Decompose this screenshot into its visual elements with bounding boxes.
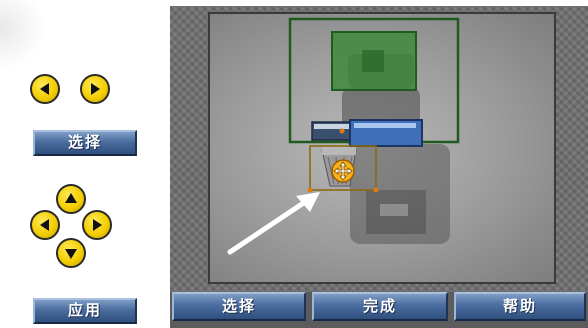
arrow-left-icon: [40, 219, 49, 231]
scene-viewport[interactable]: [208, 12, 556, 284]
toolbar-select-button[interactable]: 选择: [172, 292, 306, 321]
select-button[interactable]: 选择: [33, 130, 137, 156]
left-arrow-button[interactable]: [30, 74, 60, 104]
move-icon: [331, 159, 355, 183]
arrow-left-icon: [40, 83, 49, 95]
done-button[interactable]: 完成: [312, 292, 448, 321]
right-arrow-button[interactable]: [80, 74, 110, 104]
dpad-right-button[interactable]: [82, 210, 112, 240]
scene-graphics: [227, 17, 460, 255]
dpad-down-button[interactable]: [56, 238, 86, 268]
dpad-up-button[interactable]: [56, 184, 86, 214]
arrow-down-icon: [65, 249, 77, 259]
dpad-left-button[interactable]: [30, 210, 60, 240]
arrow-right-icon: [91, 83, 100, 95]
help-button[interactable]: 帮助: [454, 292, 586, 321]
game-screen: 选择 完成 帮助: [170, 6, 588, 328]
arrow-right-icon: [93, 219, 102, 231]
selection-handle[interactable]: [373, 187, 379, 193]
panel-shading: [0, 0, 46, 70]
selection-handle[interactable]: [339, 128, 345, 134]
bottom-toolbar: 选择 完成 帮助: [170, 292, 588, 328]
apply-button[interactable]: 应用: [33, 298, 137, 324]
pointer-arrow-icon: [227, 192, 320, 255]
control-panel: 选择 应用: [0, 0, 170, 328]
arrow-up-icon: [65, 193, 77, 203]
selection-handle[interactable]: [307, 187, 313, 193]
